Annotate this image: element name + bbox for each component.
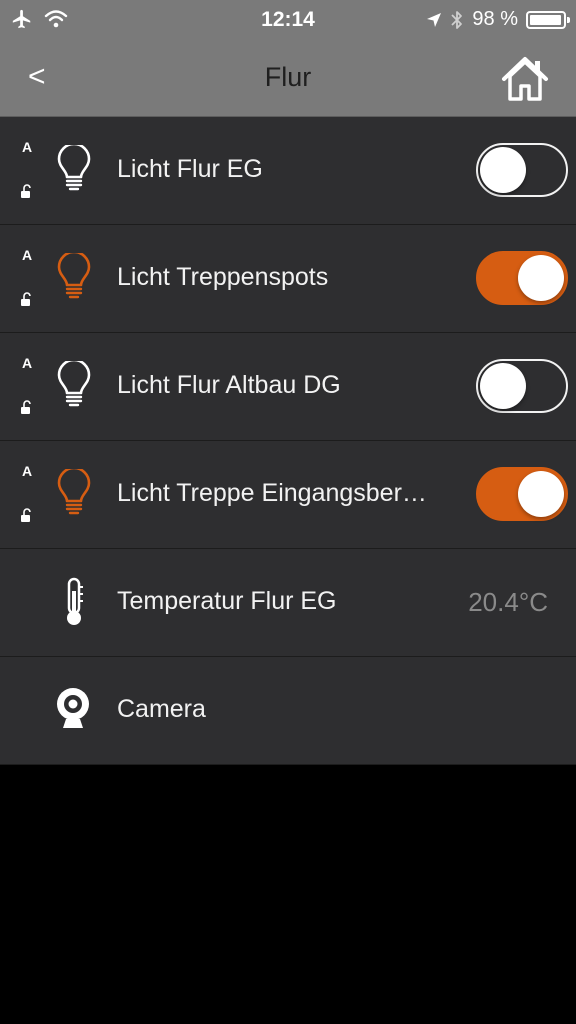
- toggle-knob: [480, 363, 526, 409]
- lightbulb-icon: [57, 253, 91, 299]
- unlock-icon: [21, 400, 31, 414]
- unlock-icon: [21, 508, 31, 522]
- device-label: Licht Flur Altbau DG: [117, 371, 341, 399]
- device-row-licht-flur-altbau-dg[interactable]: A Licht Flur Altbau DG: [0, 333, 576, 441]
- device-label: Licht Treppenspots: [117, 263, 329, 291]
- toggle-knob: [518, 255, 564, 301]
- device-row-licht-treppenspots[interactable]: A Licht Treppenspots: [0, 225, 576, 333]
- toggle-knob: [518, 471, 564, 517]
- device-toggle[interactable]: [476, 251, 568, 305]
- device-label: Licht Flur EG: [117, 155, 263, 183]
- auto-mode-indicator: A: [22, 247, 33, 263]
- device-row-temperatur-flur-eg[interactable]: Temperatur Flur EG 20.4°C: [0, 549, 576, 657]
- device-row-licht-treppe-eingangsbereich[interactable]: A Licht Treppe Eingangsber…: [0, 441, 576, 549]
- device-label: Licht Treppe Eingangsber…: [117, 479, 427, 507]
- nav-bar: < Flur: [0, 40, 576, 117]
- auto-mode-indicator: A: [22, 355, 33, 371]
- unlock-icon: [21, 292, 31, 306]
- auto-mode-indicator: A: [22, 139, 33, 155]
- status-right: 98 %: [426, 8, 570, 31]
- device-toggle[interactable]: [476, 467, 568, 521]
- device-row-licht-flur-eg[interactable]: A Licht Flur EG: [0, 117, 576, 225]
- temperature-value: 20.4°C: [468, 587, 548, 617]
- lightbulb-icon: [57, 145, 91, 191]
- lightbulb-icon: [57, 361, 91, 407]
- unlock-icon: [21, 184, 31, 198]
- camera-icon: [57, 688, 89, 728]
- thermometer-icon: [67, 577, 83, 625]
- toggle-knob: [480, 147, 526, 193]
- device-label: Camera: [117, 695, 206, 723]
- device-toggle[interactable]: [476, 359, 568, 413]
- battery-level: [530, 14, 562, 25]
- status-bar: 12:14 98 %: [0, 0, 576, 40]
- device-toggle[interactable]: [476, 143, 568, 197]
- device-list: A Licht Flur EG A Licht Treppenspots A L…: [0, 117, 576, 765]
- auto-mode-indicator: A: [22, 463, 33, 479]
- page-title: Flur: [264, 62, 312, 92]
- device-label: Temperatur Flur EG: [117, 587, 337, 615]
- bluetooth-icon: [451, 10, 463, 29]
- location-arrow-icon: [427, 12, 442, 27]
- battery-percent: 98 %: [472, 8, 518, 30]
- home-icon: [502, 57, 548, 101]
- battery-icon: [526, 10, 570, 29]
- device-row-camera[interactable]: Camera: [0, 657, 576, 765]
- lightbulb-icon: [57, 469, 91, 515]
- home-button[interactable]: [500, 54, 550, 102]
